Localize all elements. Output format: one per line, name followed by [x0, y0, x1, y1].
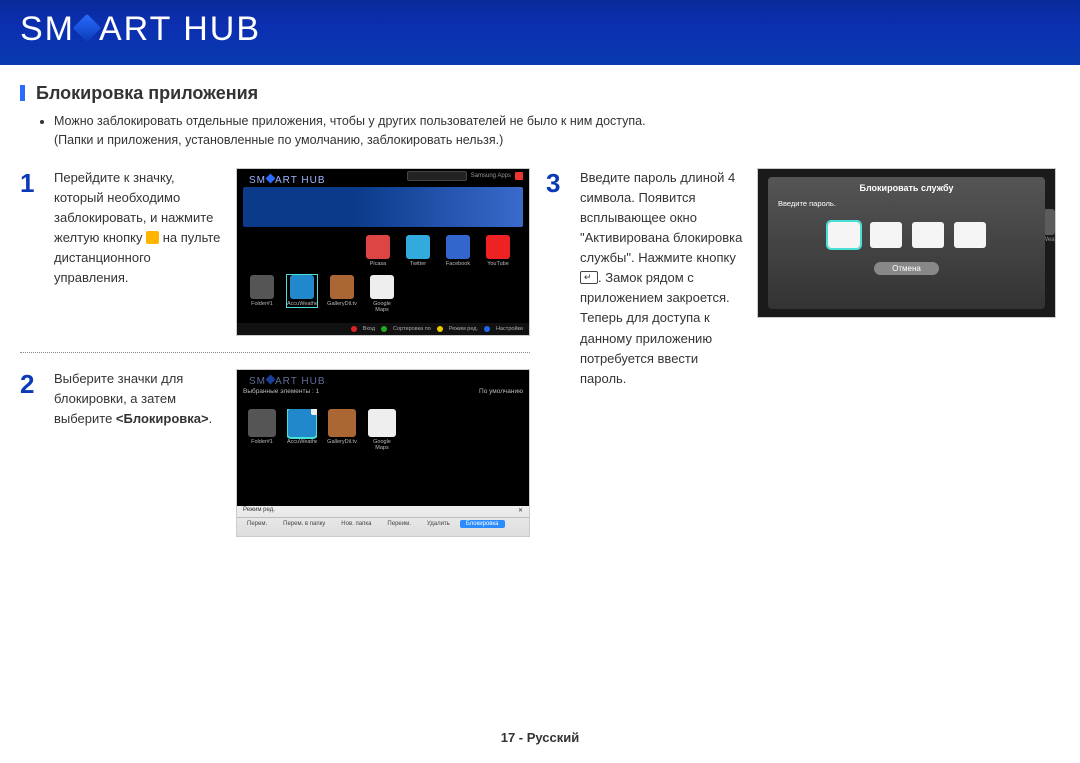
app-tile[interactable]: Facebook — [443, 235, 473, 267]
app-label: YouTube — [487, 261, 509, 267]
footer-settings[interactable]: Настройки — [496, 326, 523, 332]
app-tile[interactable]: Folder#1 — [247, 409, 277, 445]
step-text: Выберите значки для блокировки, а затем … — [54, 369, 224, 537]
app-tile[interactable]: Google Maps — [367, 275, 397, 313]
app-label: GalleryDil.tv — [327, 301, 357, 307]
selected-count-label: Выбранные элементы : 1 — [243, 388, 319, 395]
password-digit-input[interactable] — [912, 222, 944, 248]
page-footer: 17 - Русский — [0, 730, 1080, 745]
app-tile[interactable]: GalleryDil.tv — [327, 409, 357, 445]
left-column: 1 Перейдите к значку, который необходимо… — [20, 168, 530, 553]
step-1: 1 Перейдите к значку, который необходимо… — [20, 168, 530, 336]
mini-cube-icon — [266, 374, 276, 384]
screenshot-smarthub-main: SM ART HUB Samsung Apps Picasa Twitter Fa… — [236, 168, 530, 336]
mini-cube-icon — [266, 173, 276, 183]
app-label: GalleryDil.tv — [327, 439, 357, 445]
shot1-brand-l: SM — [249, 175, 266, 186]
app-label: AccuWeather — [287, 439, 317, 445]
samsung-apps-link[interactable]: Samsung Apps — [471, 173, 511, 179]
blue-dot-icon — [484, 326, 490, 332]
brand-logo: SM ART HUB — [20, 10, 1060, 49]
screenshot-password-dialog: AccuWeather GalleryDil Блокировать служб… — [757, 168, 1056, 318]
menu-rename[interactable]: Переим. — [381, 520, 416, 528]
intro-text: Можно заблокировать отдельные приложения… — [40, 112, 660, 150]
step-text: Перейдите к значку, который необходимо з… — [54, 168, 224, 336]
red-dot-icon — [351, 326, 357, 332]
step3-text-b: . Замок рядом с приложением закроется. Т… — [580, 270, 730, 386]
cancel-button[interactable]: Отмена — [874, 262, 939, 275]
app-tile[interactable]: Folder#1 — [247, 275, 277, 307]
shot2-brand-l: SM — [249, 376, 266, 387]
dialog-subtitle: Введите пароль. — [768, 199, 1045, 208]
step-3: 3 Введите пароль длиной 4 символа. Появи… — [546, 168, 1056, 390]
app-tile[interactable]: Twitter — [403, 235, 433, 267]
menu-delete[interactable]: Удалить — [421, 520, 456, 528]
promo-banner — [243, 187, 523, 227]
page-header: SM ART HUB — [0, 0, 1080, 65]
app-label: Picasa — [370, 261, 387, 267]
app-label: Google Maps — [373, 439, 391, 451]
step-number: 3 — [546, 168, 568, 390]
app-tile-selected[interactable]: AccuWeather — [287, 409, 317, 445]
menu-lock[interactable]: Блокировка — [460, 520, 505, 528]
edit-bottom-menu: Режим ред. ✕ Перем. Перем. в папку Нов. … — [237, 506, 529, 536]
app-label: Google Maps — [373, 301, 391, 313]
app-label: Twitter — [410, 261, 426, 267]
enter-button-icon — [580, 271, 598, 284]
divider — [20, 352, 530, 353]
step2-bold: <Блокировка> — [116, 411, 209, 426]
section-title-text: Блокировка приложения — [36, 83, 258, 103]
footer-sort[interactable]: Сортировка по — [393, 326, 431, 332]
step-number: 1 — [20, 168, 42, 336]
shot1-footer: Вход Сортировка по Режим ред. Настройки — [237, 323, 529, 335]
password-digit-input[interactable] — [828, 222, 860, 248]
lock-icon — [311, 409, 317, 415]
step-text: Введите пароль длиной 4 символа. Появитс… — [580, 168, 745, 390]
intro-bullet: Можно заблокировать отдельные приложения… — [54, 114, 646, 128]
right-column: 3 Введите пароль длиной 4 символа. Появи… — [546, 168, 1056, 553]
section-title: Блокировка приложения — [20, 83, 1080, 104]
app-tile[interactable]: Picasa — [363, 235, 393, 267]
menu-move-folder[interactable]: Перем. в папку — [277, 520, 331, 528]
step2-text-b: . — [209, 411, 213, 426]
step-number: 2 — [20, 369, 42, 537]
shot1-brand-r: ART HUB — [275, 175, 326, 186]
app-tile[interactable]: AccuWeather — [287, 275, 317, 307]
screenshot-edit-mode: SM ART HUB Выбранные элементы : 1 По умол… — [236, 369, 530, 537]
brand-cube-icon — [73, 13, 101, 41]
app-label: AccuWeather — [287, 301, 317, 307]
password-digit-input[interactable] — [870, 222, 902, 248]
brand-left: SM — [20, 10, 75, 49]
default-label: По умолчанию — [479, 388, 523, 395]
menu-move[interactable]: Перем. — [241, 520, 273, 528]
yellow-dot-icon — [437, 326, 443, 332]
brand-right: ART HUB — [99, 10, 261, 49]
app-tile[interactable]: Google Maps — [367, 409, 397, 451]
lock-dialog: Блокировать службу Введите пароль. Отмен… — [768, 177, 1045, 309]
intro-note: (Папки и приложения, установленные по ум… — [54, 133, 503, 147]
search-input[interactable] — [407, 171, 467, 181]
yellow-c-button-icon — [146, 231, 159, 244]
password-boxes — [768, 222, 1045, 248]
close-icon[interactable]: ✕ — [518, 507, 523, 516]
edit-mode-label: Режим ред. — [243, 507, 275, 516]
app-label: Facebook — [446, 261, 470, 267]
step3-text-a: Введите пароль длиной 4 символа. Появитс… — [580, 170, 742, 266]
title-bar-icon — [20, 85, 25, 101]
password-digit-input[interactable] — [954, 222, 986, 248]
red-dot-icon — [515, 172, 523, 180]
footer-login[interactable]: Вход — [363, 326, 375, 332]
footer-edit[interactable]: Режим ред. — [449, 326, 478, 332]
green-dot-icon — [381, 326, 387, 332]
app-tile[interactable]: GalleryDil.tv — [327, 275, 357, 307]
app-label: Folder#1 — [251, 439, 273, 445]
app-tile[interactable]: YouTube — [483, 235, 513, 267]
shot2-brand-r: ART HUB — [275, 376, 326, 387]
app-label: Folder#1 — [251, 301, 273, 307]
menu-new-folder[interactable]: Нов. папка — [335, 520, 377, 528]
step-2: 2 Выберите значки для блокировки, а зате… — [20, 369, 530, 537]
dialog-title: Блокировать службу — [768, 183, 1045, 193]
